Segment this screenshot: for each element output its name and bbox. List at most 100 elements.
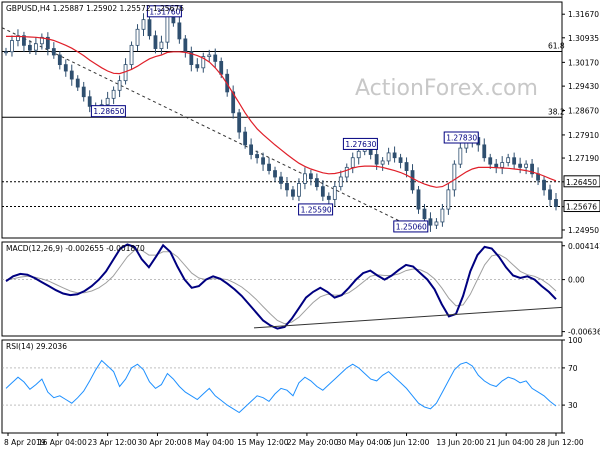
candle-body: [243, 131, 248, 146]
price-annotation-label: 1.28650: [93, 107, 124, 116]
candle-body: [332, 186, 337, 200]
candle-body: [308, 173, 313, 179]
price-annotation-label: 1.27830: [446, 133, 477, 142]
candle-body: [135, 28, 140, 46]
x-tick-label: 8 May 04:00: [187, 438, 234, 447]
candle-body: [500, 162, 505, 168]
price-tag-label: 1.25676: [566, 203, 597, 212]
chart-svg: ActionForex.com 1.31670 1.30935 1.30170 1.29…: [1, 1, 600, 447]
candle-body: [273, 170, 277, 178]
candle-body: [314, 178, 319, 188]
price-annotation-label: 1.25060: [396, 222, 427, 231]
candle-body: [392, 152, 397, 159]
candle-body: [512, 157, 517, 165]
price-ytick-label: 1.30170: [568, 58, 599, 67]
candle-body: [398, 157, 403, 163]
candle-body: [153, 35, 158, 49]
price-annotation-label: 1.25590: [301, 205, 332, 214]
candle-body: [195, 64, 200, 69]
price-panel-title: GBPUSD,H4 1.25887 1.25902 1.25572 1.2567…: [6, 4, 184, 13]
x-tick-label: 28 Jun 12:00: [536, 438, 584, 447]
candle-body: [548, 189, 552, 200]
candle-body: [279, 176, 283, 184]
candle-body: [434, 221, 439, 226]
candle-body: [554, 199, 558, 207]
candle-body: [446, 189, 451, 210]
fib-label: 38.2: [548, 107, 565, 116]
candle-body: [344, 166, 349, 178]
candle-body: [524, 163, 529, 168]
x-tick-label: 30 Apr 20:00: [137, 438, 186, 447]
candle-body: [177, 22, 182, 40]
candle-body: [494, 163, 499, 168]
candle-body: [458, 147, 463, 165]
candle-body: [69, 70, 74, 80]
candle-body: [356, 150, 361, 159]
candle-body: [213, 54, 218, 62]
candle-body: [482, 144, 487, 159]
macd-ytick-label: 0.00: [568, 276, 585, 285]
candle-body: [159, 41, 164, 49]
candle-body: [374, 154, 379, 165]
x-tick-label: 16 Apr 04:00: [38, 438, 87, 447]
candle-body: [452, 163, 457, 191]
candle-body: [129, 44, 134, 66]
candle-body: [440, 208, 445, 223]
candle-body: [255, 154, 259, 159]
candle-body: [380, 160, 385, 165]
candle-body: [285, 183, 289, 191]
macd-panel-title: MACD(12,26,9) -0.002655 -0.001870: [6, 244, 145, 253]
candle-body: [207, 54, 212, 57]
candle-body: [75, 78, 80, 88]
candle-body: [410, 170, 415, 191]
x-tick-label: 6 Jun 12:00: [387, 438, 430, 447]
candle-body: [81, 86, 86, 98]
candle-body: [326, 195, 331, 200]
price-ytick-label: 1.30935: [568, 34, 599, 43]
price-ytick-label: 1.29430: [568, 82, 599, 91]
price-ytick-label: 1.27190: [568, 154, 599, 163]
candle-body: [219, 61, 224, 75]
x-tick-label: 22 May 20:00: [287, 438, 339, 447]
candle-body: [303, 173, 307, 184]
candle-body: [57, 54, 62, 66]
candle-body: [117, 80, 122, 91]
x-tick-label: 15 May 12:00: [237, 438, 289, 447]
candle-body: [249, 144, 254, 155]
x-tick-label: 23 Apr 12:00: [88, 438, 137, 447]
candle-body: [10, 40, 14, 53]
x-tick-label: 13 Jun 20:00: [436, 438, 484, 447]
candle-body: [291, 189, 295, 197]
candle-body: [518, 163, 523, 168]
candle-body: [416, 189, 421, 210]
candle-body: [237, 112, 242, 133]
candle-body: [428, 218, 433, 226]
price-panel-frame: [1, 1, 563, 239]
rsi-panel-title: RSI(14) 29.2036: [6, 342, 67, 351]
price-tag-label: 1.26450: [566, 178, 597, 187]
candle-body: [542, 179, 546, 191]
fib-label: 61.8: [548, 41, 565, 50]
candle-body: [506, 157, 511, 163]
candle-body: [105, 97, 110, 106]
price-ytick-label: 1.31670: [568, 10, 599, 19]
x-tick-label: 30 May 04:00: [337, 438, 389, 447]
candle-body: [267, 163, 271, 171]
candle-body: [111, 89, 116, 99]
candle-body: [28, 44, 32, 51]
candle-body: [4, 51, 8, 54]
candle-body: [183, 38, 188, 53]
rsi-ytick-label: 100: [568, 336, 583, 345]
candle-body: [147, 19, 152, 37]
rsi-ytick-label: 70: [568, 364, 578, 373]
candle-body: [297, 183, 301, 197]
candle-body: [422, 208, 427, 220]
candle-body: [338, 176, 343, 188]
candle-body: [51, 48, 56, 56]
candle-body: [33, 43, 38, 51]
price-ytick-label: 1.27910: [568, 131, 599, 140]
price-ytick-label: 1.28670: [568, 107, 599, 116]
x-tick-label: 21 Jun 04:00: [486, 438, 534, 447]
candle-body: [141, 19, 146, 30]
rsi-ytick-label: 30: [568, 401, 578, 410]
